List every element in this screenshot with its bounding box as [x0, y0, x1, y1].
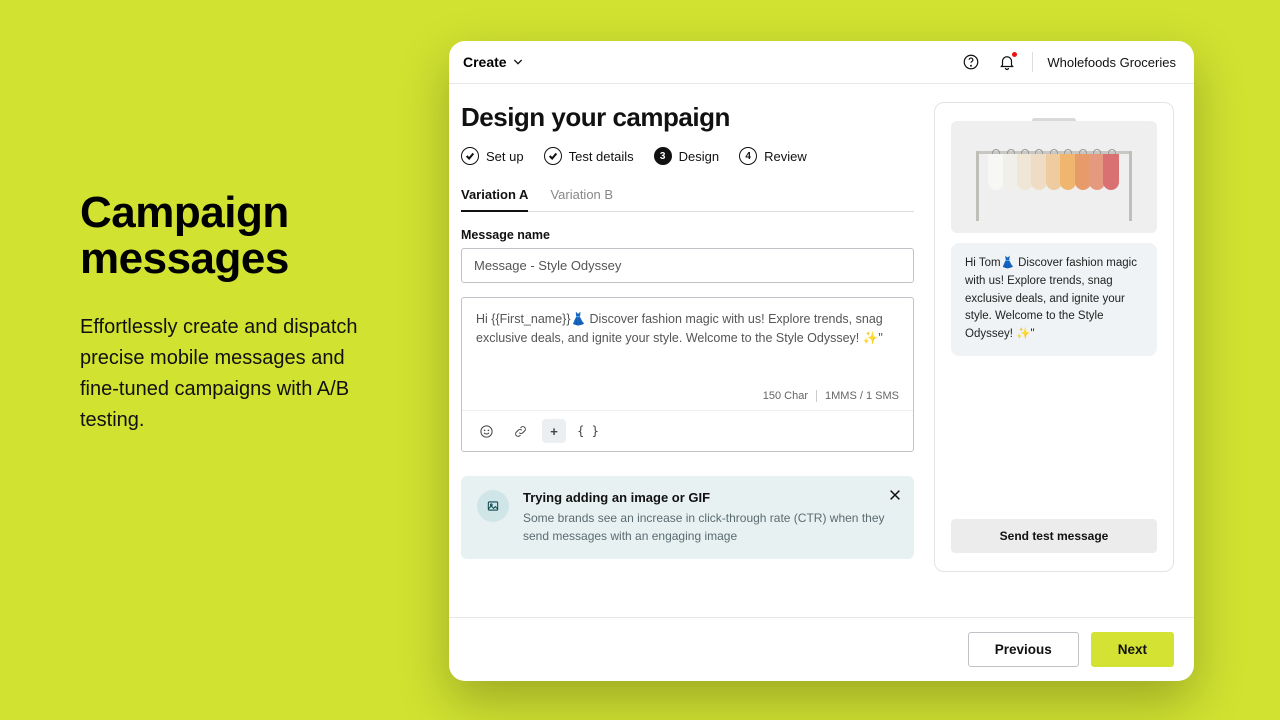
create-menu[interactable]: Create [463, 54, 523, 70]
step-review[interactable]: 4 Review [739, 147, 807, 165]
sms-count: 1MMS / 1 SMS [825, 390, 899, 402]
step-label: Review [764, 149, 807, 164]
image-icon [477, 490, 509, 522]
step-setup[interactable]: Set up [461, 147, 524, 165]
close-icon[interactable] [888, 488, 902, 507]
next-button[interactable]: Next [1091, 632, 1174, 667]
tip-banner: Trying adding an image or GIF Some brand… [461, 476, 914, 559]
step-label: Design [679, 149, 719, 164]
meta-divider [816, 390, 817, 402]
stepper: Set up Test details 3 Design 4 Review [461, 147, 914, 165]
tab-variation-a[interactable]: Variation A [461, 187, 528, 212]
promo-body: Effortlessly create and dispatch precise… [80, 312, 380, 436]
check-icon [461, 147, 479, 165]
emoji-icon[interactable] [474, 419, 498, 443]
footer-actions: Previous Next [449, 617, 1194, 681]
char-count: 150 Char [763, 390, 808, 402]
link-icon[interactable] [508, 419, 532, 443]
message-name-label: Message name [461, 228, 914, 242]
tip-body: Some brands see an increase in click-thr… [523, 509, 898, 545]
preview-card: Hi Tom👗 Discover fashion magic with us! … [934, 102, 1174, 572]
workspace-name[interactable]: Wholefoods Groceries [1047, 55, 1176, 70]
step-label: Test details [569, 149, 634, 164]
composer-toolbar: + { } [462, 410, 913, 451]
promo-panel: Campaign messages Effortlessly create an… [80, 190, 380, 436]
message-body-input[interactable]: Hi {{First_name}}👗 Discover fashion magi… [462, 298, 913, 390]
step-design[interactable]: 3 Design [654, 147, 719, 165]
check-icon [544, 147, 562, 165]
help-icon[interactable] [960, 51, 982, 73]
message-composer: Hi {{First_name}}👗 Discover fashion magi… [461, 297, 914, 452]
preview-hero-image [951, 121, 1157, 233]
variable-icon[interactable]: { } [576, 419, 600, 443]
topbar-divider [1032, 52, 1033, 72]
app-window: Create Wholefoods Groceries Desig [449, 41, 1194, 681]
tip-title: Trying adding an image or GIF [523, 490, 898, 505]
topbar: Create Wholefoods Groceries [449, 41, 1194, 84]
message-name-input[interactable] [461, 248, 914, 283]
step-test-details[interactable]: Test details [544, 147, 634, 165]
step-number: 3 [654, 147, 672, 165]
promo-heading: Campaign messages [80, 190, 380, 282]
send-test-button[interactable]: Send test message [951, 519, 1157, 553]
notifications-icon[interactable] [996, 51, 1018, 73]
step-label: Set up [486, 149, 524, 164]
step-number: 4 [739, 147, 757, 165]
preview-message-bubble: Hi Tom👗 Discover fashion magic with us! … [951, 243, 1157, 356]
add-icon[interactable]: + [542, 419, 566, 443]
page-title: Design your campaign [461, 102, 914, 133]
variation-tabs: Variation A Variation B [461, 187, 914, 212]
notification-badge [1011, 51, 1018, 58]
create-label: Create [463, 54, 507, 70]
tab-variation-b[interactable]: Variation B [550, 187, 613, 211]
chevron-down-icon [513, 57, 523, 67]
phone-preview: Hi Tom👗 Discover fashion magic with us! … [951, 121, 1157, 553]
previous-button[interactable]: Previous [968, 632, 1079, 667]
composer-meta: 150 Char 1MMS / 1 SMS [462, 390, 913, 410]
